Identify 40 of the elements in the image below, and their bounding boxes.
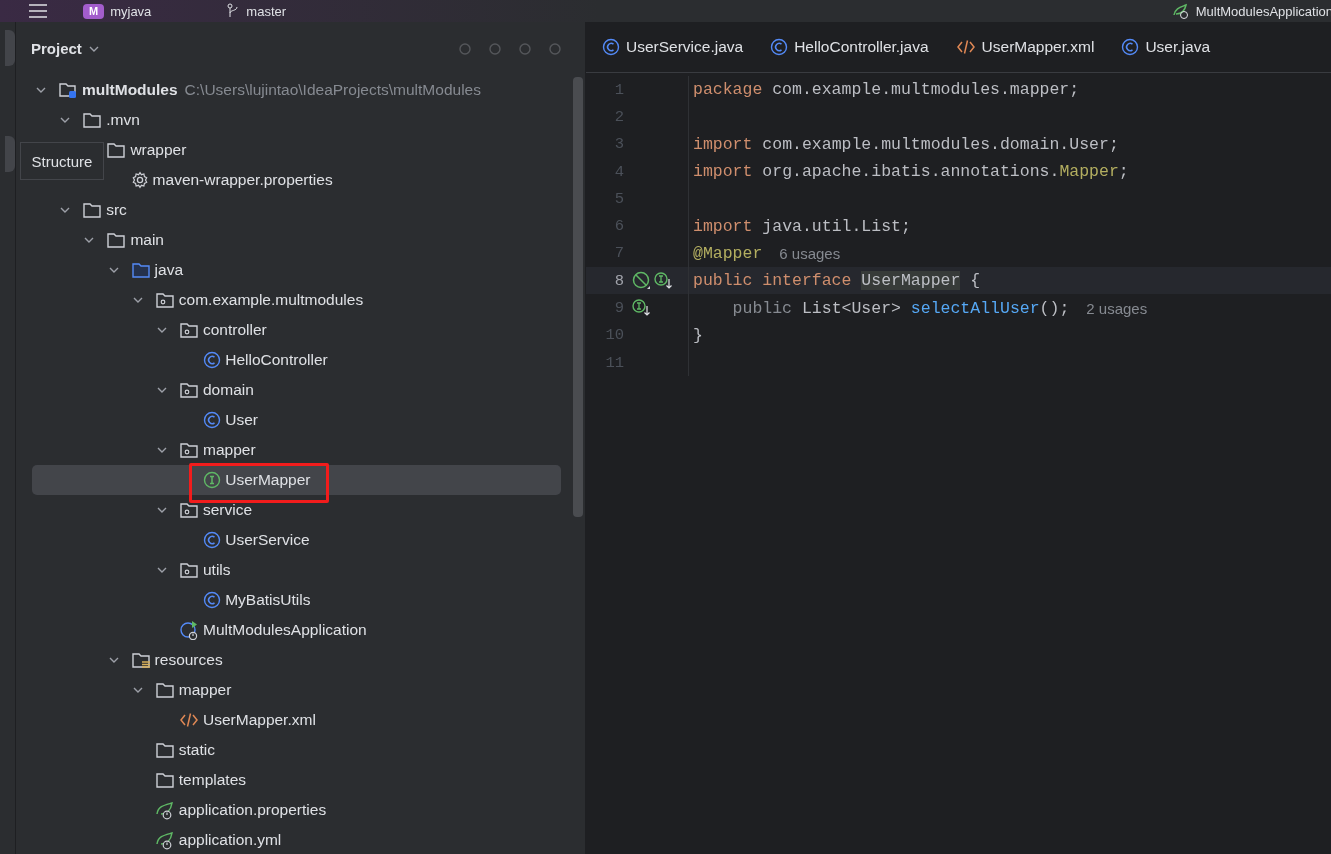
tree-item-label: multModules — [82, 81, 178, 99]
line-number: 8 — [613, 271, 624, 290]
tooltip: Structure — [20, 142, 104, 180]
tree-item-label: mapper — [178, 681, 232, 699]
tree-item-label: mapper — [203, 441, 256, 459]
tree-item-label: utils — [203, 561, 231, 579]
code-line: import org.apache.ibatis.annotations.Mapper; — [692, 162, 1129, 182]
code-line: public interface UserMapper { — [692, 271, 981, 291]
code-line: import java.util.List; — [692, 216, 911, 236]
tree-item-label: src — [106, 201, 127, 219]
tree-item-label: static — [178, 741, 215, 759]
tree-item-label: MultModulesApplication — [203, 621, 367, 639]
tree-item-label: UserService — [225, 531, 310, 549]
tree-item-label: com.example.multmodules — [178, 291, 364, 309]
project-badge: M — [83, 3, 105, 19]
code-line: public List<User> selectAllUser(); — [731, 298, 1070, 318]
tree-item-label: templates — [178, 771, 246, 789]
tree-item-label: service — [203, 501, 253, 519]
tree-item-label: domain — [203, 381, 254, 399]
tree-item-label: application.yml — [178, 831, 282, 849]
branch-name: master — [246, 3, 287, 19]
tree-item-label: User — [225, 411, 258, 429]
project-name: myjava — [110, 3, 152, 19]
tree-item-label: UserMapper — [225, 471, 311, 489]
tree-item-label: application.properties — [178, 801, 327, 819]
tree-item-label: resources — [154, 651, 223, 669]
tree-item-label: UserMapper.xml — [203, 711, 316, 729]
tree-item-label: wrapper — [130, 141, 187, 159]
code-line: } — [692, 325, 703, 345]
tree-item-label: HelloController — [225, 351, 328, 369]
tree-item-label: java — [154, 261, 184, 279]
tree-item-label: maven-wrapper.properties — [152, 171, 333, 189]
code-line: package com.example.multmodules.mapper; — [692, 80, 1080, 100]
tree-item-label: .mvn — [106, 111, 140, 129]
code-line: import com.example.multmodules.domain.User; — [692, 134, 1119, 154]
tree-item-label: main — [130, 231, 164, 249]
tree-item-label: controller — [203, 321, 267, 339]
tree-item-label: MyBatisUtils — [225, 591, 311, 609]
code-line: @Mapper — [692, 243, 763, 263]
path-hint: C:\Users\lujintao\IdeaProjects\multModules — [184, 81, 481, 99]
